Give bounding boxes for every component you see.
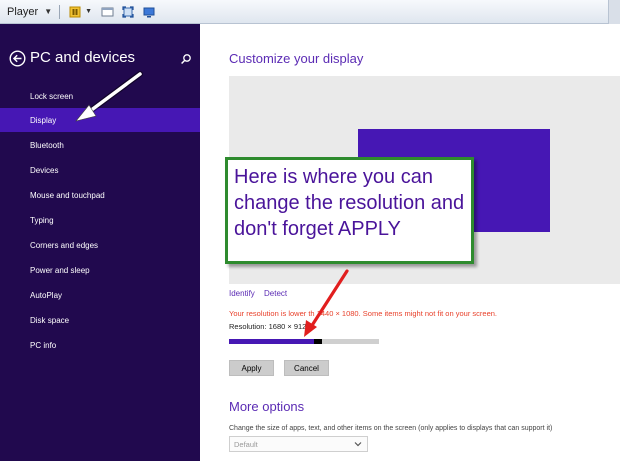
sidebar-item-label: PC info <box>30 340 57 350</box>
sidebar-item-disk-space[interactable]: Disk space <box>0 308 200 332</box>
search-icon[interactable] <box>180 52 192 65</box>
sidebar-item-power-and-sleep[interactable]: Power and sleep <box>0 258 200 282</box>
slider-thumb[interactable] <box>314 339 322 344</box>
sidebar-item-label: Lock screen <box>30 91 74 101</box>
sidebar-item-label: Mouse and touchpad <box>30 190 105 200</box>
resolution-label: Resolution: 1680 × 912 <box>229 322 307 331</box>
sidebar: PC and devices Lock screen Display Bluet… <box>0 24 200 461</box>
detect-link[interactable]: Detect <box>264 289 287 298</box>
chevron-down-icon[interactable]: ▼ <box>44 7 52 16</box>
size-dropdown[interactable]: Default <box>229 436 368 452</box>
player-toolbar: Player ▼ ▼ <box>0 0 620 24</box>
window-edge <box>608 0 620 24</box>
sidebar-item-display[interactable]: Display <box>0 108 200 132</box>
page-title: Customize your display <box>229 51 364 66</box>
sidebar-item-mouse-and-touchpad[interactable]: Mouse and touchpad <box>0 183 200 207</box>
chevron-down-icon <box>354 440 362 448</box>
player-menu[interactable]: Player <box>7 6 38 18</box>
sidebar-item-pc-info[interactable]: PC info <box>0 333 200 357</box>
resolution-warning: Your resolution is lower th 1440 × 1080.… <box>229 309 497 318</box>
more-options-heading: More options <box>229 399 305 414</box>
resolution-slider[interactable] <box>229 339 379 344</box>
toolbar-divider <box>59 4 61 19</box>
dropdown-value: Default <box>234 439 258 449</box>
sidebar-title: PC and devices <box>30 49 136 66</box>
sidebar-header: PC and devices <box>0 49 200 72</box>
app-window: Player ▼ ▼ PC and devices Lock screen Di… <box>0 0 620 461</box>
sidebar-item-label: Disk space <box>30 315 70 325</box>
back-arrow-icon[interactable] <box>9 50 26 67</box>
sidebar-item-bluetooth[interactable]: Bluetooth <box>0 133 200 157</box>
sidebar-item-label: Corners and edges <box>30 240 99 250</box>
annotation-text: Here is where you can change the resolut… <box>234 166 465 240</box>
sidebar-item-label: Bluetooth <box>30 140 64 150</box>
identify-link[interactable]: Identify <box>229 289 255 298</box>
sidebar-item-label: Display <box>30 115 57 125</box>
chevron-down-icon[interactable]: ▼ <box>85 8 92 15</box>
sidebar-item-autoplay[interactable]: AutoPlay <box>0 283 200 307</box>
display-icon[interactable] <box>142 5 156 19</box>
slider-fill <box>229 339 314 344</box>
sidebar-item-lock-screen[interactable]: Lock screen <box>0 84 200 108</box>
sidebar-item-label: Power and sleep <box>30 265 90 275</box>
annotation-callout: Here is where you can change the resolut… <box>225 157 474 264</box>
fullscreen-icon[interactable] <box>121 5 135 19</box>
sidebar-item-label: AutoPlay <box>30 290 63 300</box>
cancel-button[interactable]: Cancel <box>284 360 329 376</box>
window-icon[interactable] <box>100 5 114 19</box>
sidebar-item-corners-and-edges[interactable]: Corners and edges <box>0 233 200 257</box>
more-options-description: Change the size of apps, text, and other… <box>229 425 553 432</box>
apply-button[interactable]: Apply <box>229 360 274 376</box>
sidebar-item-typing[interactable]: Typing <box>0 208 200 232</box>
slider-track <box>322 339 379 344</box>
sidebar-item-devices[interactable]: Devices <box>0 158 200 182</box>
sidebar-item-label: Typing <box>30 215 54 225</box>
pause-icon[interactable] <box>68 5 82 19</box>
sidebar-item-label: Devices <box>30 165 59 175</box>
